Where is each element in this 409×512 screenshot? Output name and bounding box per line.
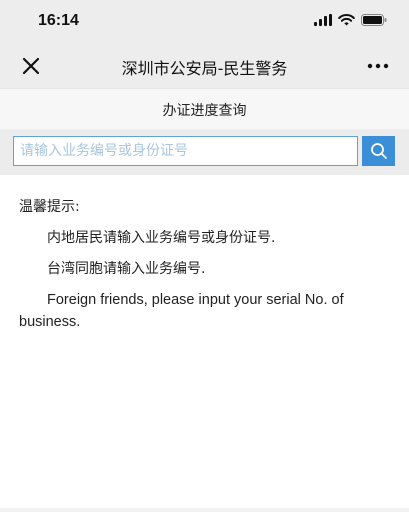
more-icon[interactable] xyxy=(367,59,389,73)
bottom-edge xyxy=(0,508,409,512)
status-time: 16:14 xyxy=(38,12,79,29)
tip-mainland: 内地居民请输入业务编号或身份证号. xyxy=(47,230,276,246)
tip-taiwan: 台湾同胞请输入业务编号. xyxy=(47,261,206,277)
page-header: 办证进度查询 xyxy=(0,88,409,130)
page-title: 办证进度查询 xyxy=(162,103,247,119)
status-icons xyxy=(314,14,387,26)
status-bar: 16:14 xyxy=(0,0,409,44)
search-button[interactable] xyxy=(362,136,395,166)
nav-bar: 深圳市公安局-民生警务 xyxy=(0,44,409,88)
battery-icon xyxy=(361,14,387,26)
signal-icon xyxy=(314,14,332,26)
search-icon xyxy=(370,143,387,159)
tip-foreign: Foreign friends, please input your seria… xyxy=(19,292,344,330)
wifi-icon xyxy=(338,14,355,26)
search-bar xyxy=(0,129,409,175)
nav-title: 深圳市公安局-民生警务 xyxy=(121,59,288,78)
tips-section: 温馨提示: 内地居民请输入业务编号或身份证号. 台湾同胞请输入业务编号. For… xyxy=(19,196,389,333)
tips-title: 温馨提示: xyxy=(19,199,80,215)
search-input[interactable] xyxy=(13,136,358,166)
